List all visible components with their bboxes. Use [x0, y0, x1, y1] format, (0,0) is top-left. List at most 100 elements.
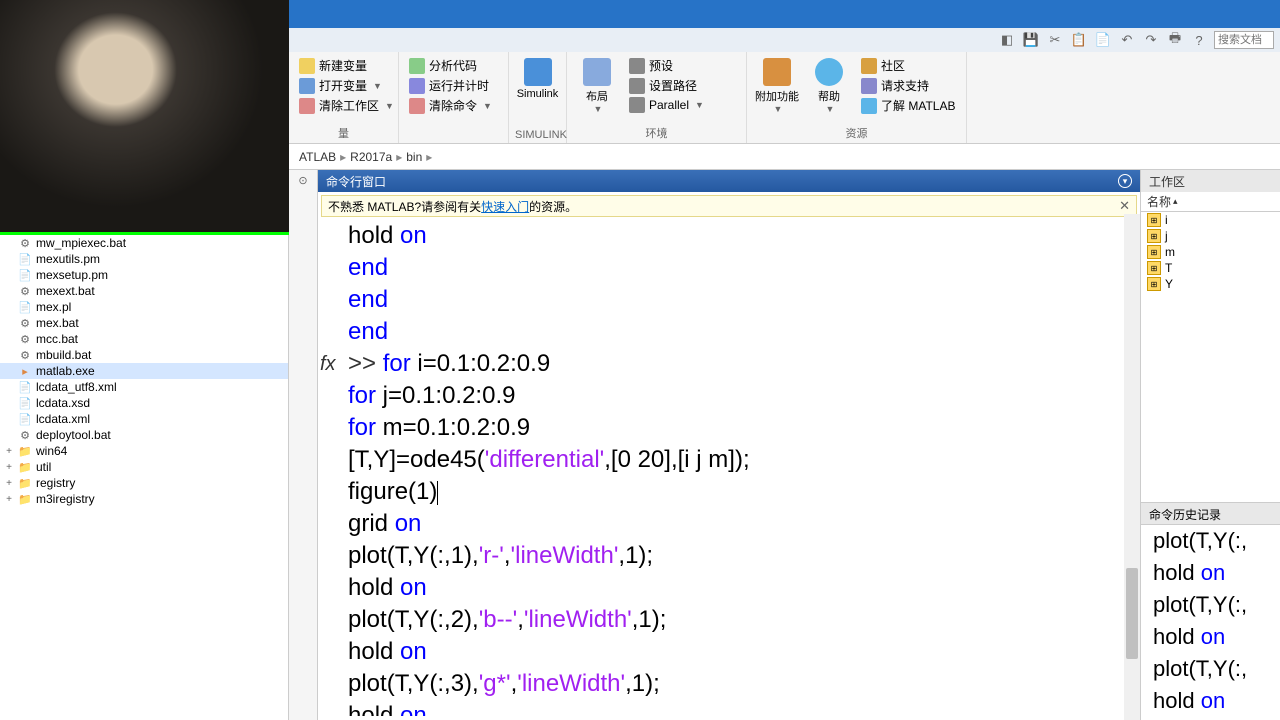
- community-button[interactable]: 社区: [857, 56, 959, 75]
- file-row[interactable]: 📄mex.pl: [0, 299, 288, 315]
- workspace-variable-row[interactable]: ⊞T: [1141, 260, 1280, 276]
- workspace-variable-row[interactable]: ⊞m: [1141, 244, 1280, 260]
- workspace-column-header[interactable]: 名称▴: [1141, 192, 1280, 212]
- qat-paste-icon[interactable]: 📄: [1094, 31, 1112, 49]
- minimize-panel-icon[interactable]: ⊙: [298, 174, 307, 720]
- code-line: fx>> for i=0.1:0.2:0.9: [348, 348, 1140, 380]
- expand-icon[interactable]: +: [4, 494, 14, 505]
- file-icon: 📁: [18, 476, 32, 490]
- code-line: [T,Y]=ode45('differential',[0 20],[i j m…: [348, 444, 1140, 476]
- file-row[interactable]: 📄mexutils.pm: [0, 251, 288, 267]
- current-folder-panel: ⚙mw_mpiexec.bat📄mexutils.pm📄mexsetup.pm⚙…: [0, 235, 289, 720]
- command-history-body[interactable]: plot(T,Y(:,hold onplot(T,Y(:,hold onplot…: [1141, 525, 1280, 720]
- file-name: lcdata.xsd: [36, 396, 90, 410]
- run-and-time-button[interactable]: 运行并计时: [405, 76, 496, 95]
- file-icon: 📄: [18, 380, 32, 394]
- expand-icon[interactable]: +: [4, 478, 14, 489]
- expand-icon[interactable]: +: [4, 462, 14, 473]
- command-history-panel: 命令历史记录 plot(T,Y(:,hold onplot(T,Y(:,hold…: [1140, 502, 1280, 720]
- file-row[interactable]: ⚙mexext.bat: [0, 283, 288, 299]
- file-name: mexext.bat: [36, 284, 95, 298]
- new-variable-button[interactable]: 新建变量: [295, 56, 398, 75]
- qat-redo-icon[interactable]: ↷: [1142, 31, 1160, 49]
- parallel-button[interactable]: Parallel▼: [625, 96, 708, 114]
- path-segment[interactable]: R2017a: [346, 150, 396, 164]
- quick-start-link[interactable]: 快速入门: [481, 200, 529, 214]
- file-name: registry: [36, 476, 75, 490]
- history-line[interactable]: plot(T,Y(:,: [1153, 525, 1280, 557]
- info-text: 不熟悉 MATLAB?请参阅有关快速入门的资源。: [328, 198, 577, 215]
- addons-button[interactable]: 附加功能▼: [753, 54, 801, 114]
- preferences-button[interactable]: 预设: [625, 56, 708, 75]
- qat-cut-icon[interactable]: ✂: [1046, 31, 1064, 49]
- clear-workspace-button[interactable]: 清除工作区▼: [295, 96, 398, 115]
- qat-copy-icon[interactable]: 📋: [1070, 31, 1088, 49]
- path-segment[interactable]: ATLAB: [295, 150, 340, 164]
- code-line: plot(T,Y(:,3),'g*','lineWidth',1);: [348, 668, 1140, 700]
- ribbon-group-resources: 资源: [753, 123, 960, 141]
- file-name: mex.pl: [36, 300, 71, 314]
- qat-print-icon[interactable]: 🖶: [1166, 31, 1184, 49]
- file-row[interactable]: 📄lcdata.xsd: [0, 395, 288, 411]
- file-row[interactable]: 📄lcdata.xml: [0, 411, 288, 427]
- vertical-scrollbar[interactable]: [1124, 214, 1140, 720]
- file-name: matlab.exe: [36, 364, 95, 378]
- file-row[interactable]: ⚙mbuild.bat: [0, 347, 288, 363]
- file-row[interactable]: +📁win64: [0, 443, 288, 459]
- variable-name: j: [1165, 229, 1168, 243]
- file-row[interactable]: 📄lcdata_utf8.xml: [0, 379, 288, 395]
- layout-button[interactable]: 布局▼: [573, 54, 621, 114]
- file-row[interactable]: +📁m3iregistry: [0, 491, 288, 507]
- file-name: deploytool.bat: [36, 428, 111, 442]
- simulink-button[interactable]: Simulink: [515, 54, 560, 100]
- workspace-panel: 工作区 名称▴ ⊞i⊞j⊞m⊞T⊞Y: [1140, 170, 1280, 502]
- workspace-variable-row[interactable]: ⊞j: [1141, 228, 1280, 244]
- search-docs-input[interactable]: [1214, 31, 1274, 49]
- file-row[interactable]: ⚙mex.bat: [0, 315, 288, 331]
- qat-icon-1[interactable]: ◧: [998, 31, 1016, 49]
- ribbon-toolbar: 新建变量 打开变量▼ 清除工作区▼ 量 分析代码 运行并计时 清除命令▼ Sim…: [289, 52, 1280, 144]
- history-line[interactable]: plot(T,Y(:,: [1153, 653, 1280, 685]
- history-line[interactable]: hold on: [1153, 685, 1280, 717]
- qat-save-icon[interactable]: 💾: [1022, 31, 1040, 49]
- request-support-button[interactable]: 请求支持: [857, 76, 959, 95]
- file-icon: 📄: [18, 252, 32, 266]
- expand-icon[interactable]: +: [4, 446, 14, 457]
- code-line: for j=0.1:0.2:0.9: [348, 380, 1140, 412]
- file-row[interactable]: +📁util: [0, 459, 288, 475]
- workspace-variable-row[interactable]: ⊞Y: [1141, 276, 1280, 292]
- analyze-code-button[interactable]: 分析代码: [405, 56, 496, 75]
- file-name: util: [36, 460, 51, 474]
- file-row[interactable]: ⚙ deploytool.bat: [0, 427, 288, 443]
- file-row[interactable]: 📄mexsetup.pm: [0, 267, 288, 283]
- code-line: plot(T,Y(:,2),'b--','lineWidth',1);: [348, 604, 1140, 636]
- file-row[interactable]: + 📁 registry: [0, 475, 288, 491]
- code-line: hold on: [348, 636, 1140, 668]
- ribbon-group-environment: 环境: [573, 123, 740, 141]
- panel-menu-icon[interactable]: ▾: [1118, 174, 1132, 188]
- variable-icon: ⊞: [1147, 277, 1161, 291]
- qat-help-icon[interactable]: ?: [1190, 31, 1208, 49]
- path-segment[interactable]: bin: [402, 150, 426, 164]
- close-infobar-icon[interactable]: ✕: [1119, 198, 1130, 214]
- current-folder-path[interactable]: ATLAB▸ R2017a▸ bin▸: [289, 144, 1280, 170]
- learn-matlab-button[interactable]: 了解 MATLAB: [857, 96, 959, 115]
- file-icon: ▸: [18, 364, 32, 378]
- file-row[interactable]: ⚙mcc.bat: [0, 331, 288, 347]
- history-line[interactable]: hold on: [1153, 557, 1280, 589]
- help-button[interactable]: 帮助▼: [805, 54, 853, 114]
- set-path-button[interactable]: 设置路径: [625, 76, 708, 95]
- clear-commands-button[interactable]: 清除命令▼: [405, 96, 496, 115]
- file-icon: ⚙: [18, 428, 32, 442]
- code-line: for m=0.1:0.2:0.9: [348, 412, 1140, 444]
- history-line[interactable]: plot(T,Y(:,: [1153, 589, 1280, 621]
- history-line[interactable]: hold on: [1153, 621, 1280, 653]
- command-window-body[interactable]: hold onendendendfx>> for i=0.1:0.2:0.9fo…: [318, 220, 1140, 720]
- file-row[interactable]: ⚙mw_mpiexec.bat: [0, 235, 288, 251]
- file-row[interactable]: ▸ matlab.exe: [0, 363, 288, 379]
- open-variable-button[interactable]: 打开变量▼: [295, 76, 398, 95]
- getting-started-bar: 不熟悉 MATLAB?请参阅有关快速入门的资源。 ✕: [321, 195, 1137, 217]
- qat-undo-icon[interactable]: ↶: [1118, 31, 1136, 49]
- command-window-header: 命令行窗口 ▾: [318, 170, 1140, 192]
- workspace-variable-row[interactable]: ⊞i: [1141, 212, 1280, 228]
